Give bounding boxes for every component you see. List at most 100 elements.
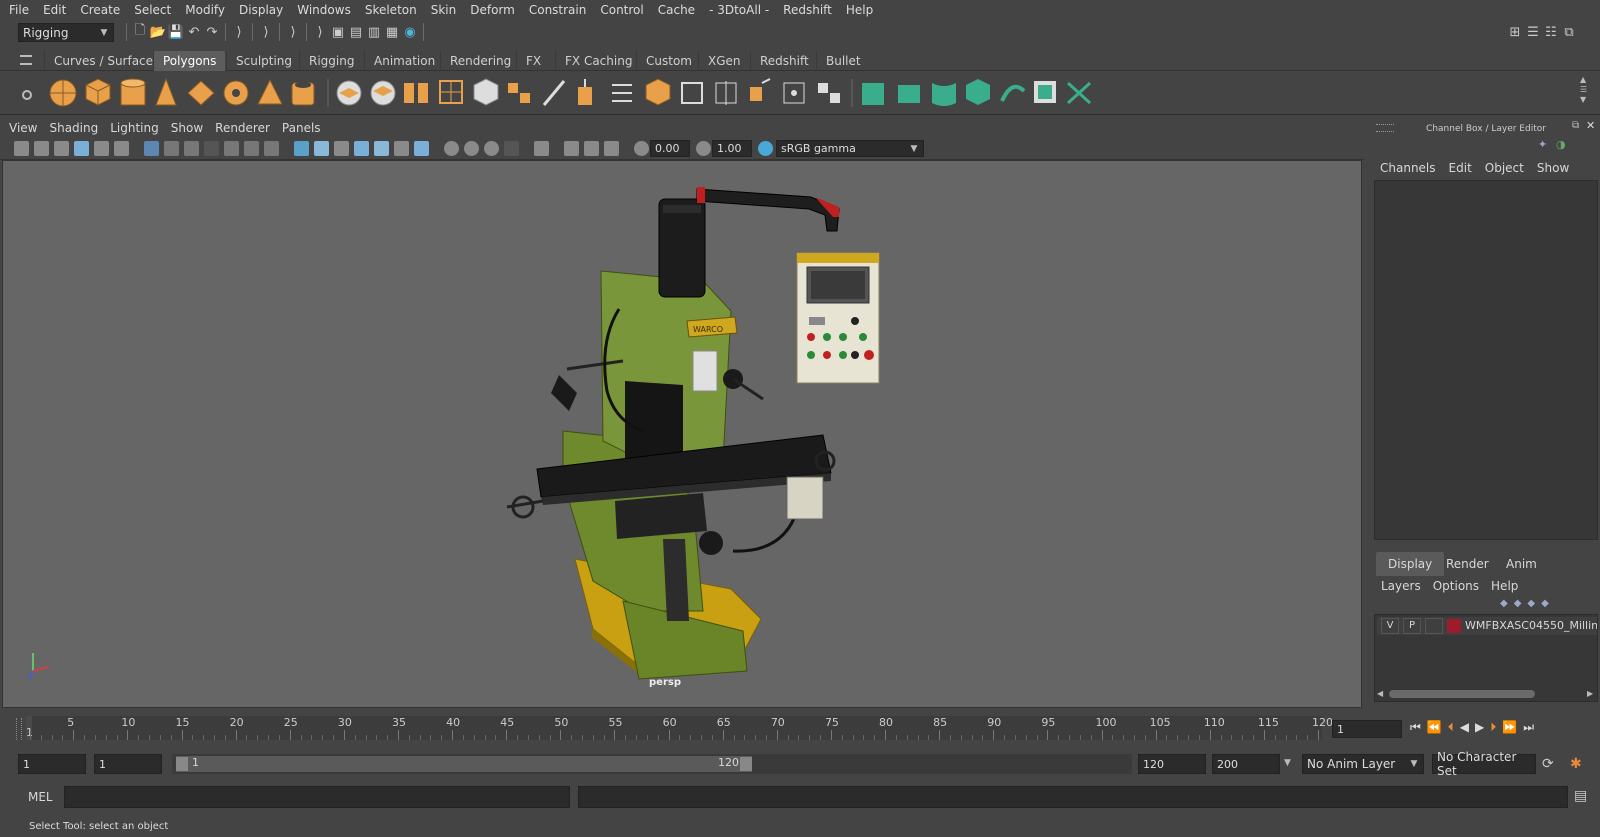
menu-select[interactable]: Select [134,3,171,17]
scroll-right-icon[interactable]: ▶ [1587,689,1593,698]
menu-display[interactable]: Display [239,3,283,17]
undo-icon[interactable]: ↶ [185,23,203,41]
layer-row[interactable]: V P WMFBXASC04550_Milling [1377,617,1597,635]
layer-display-type-toggle[interactable] [1425,618,1443,634]
wireframe-icon[interactable] [294,141,309,156]
chevron-down-icon[interactable]: ▼ [1284,758,1291,768]
menuset-dropdown[interactable]: Rigging ▼ [18,23,114,42]
gamma-field[interactable]: 1.00 [712,140,752,157]
scrollbar-thumb[interactable] [1389,690,1535,698]
camera-icon[interactable] [14,141,29,156]
range-bar[interactable]: 1 120 [176,756,752,772]
poly-sphere-icon[interactable] [49,79,77,107]
move-layer-down-icon[interactable]: ◆ [1514,598,1522,609]
shelf-tab-curves-surfaces[interactable]: Curves / Surfaces [44,51,168,71]
range-track[interactable]: 1 120 [172,754,1132,774]
close-icon[interactable]: ✕ [1586,119,1595,132]
poly-pyramid-icon[interactable] [257,78,283,105]
panel-menu-show[interactable]: Show [171,121,203,135]
cb-menu-show[interactable]: Show [1537,161,1569,175]
float-panel-icon[interactable]: ⧉ [1572,120,1579,131]
shelf-tab-fx[interactable]: FX [516,51,550,71]
menu-create[interactable]: Create [80,3,120,17]
step-back-key-icon[interactable]: ⏪ [1427,720,1442,735]
menu-help[interactable]: Help [846,3,873,17]
textured-icon[interactable] [374,141,389,156]
backface-culling-icon[interactable] [604,141,619,156]
step-forward-key-icon[interactable]: ⏩ [1502,720,1517,735]
uv-unfold-icon[interactable] [1000,84,1026,102]
save-scene-icon[interactable]: 💾 [167,23,185,41]
uv-cut-icon[interactable] [1066,81,1092,105]
render-view-icon[interactable]: ▣ [329,23,347,41]
shadows-icon[interactable] [414,141,429,156]
combine-icon[interactable] [336,80,362,106]
attribute-editor-toggle-icon[interactable]: ◑ [1556,138,1566,151]
render-settings-icon[interactable]: ▦ [383,23,401,41]
play-backwards-icon[interactable]: ◀ [1460,720,1469,735]
playback-start-field[interactable]: 1 [94,754,162,774]
mirror-icon[interactable] [508,83,530,103]
uv-planar-icon[interactable] [898,85,920,103]
resolution-gate-icon[interactable] [184,141,199,156]
ipr-render-icon[interactable]: ▥ [365,23,383,41]
xray-active-icon[interactable] [584,141,599,156]
snap-icon[interactable]: ⟩ [257,23,275,41]
grid-icon[interactable] [144,141,159,156]
shelf-scroll-icon[interactable]: ▲ ☰ ▼ [1580,75,1587,105]
playback-end-field[interactable]: 120 [1138,754,1206,774]
range-end-handle[interactable] [740,757,752,771]
tab-render[interactable]: Render [1434,552,1501,576]
layer-menu-layers[interactable]: Layers [1381,579,1421,593]
poly-torus-icon[interactable] [223,80,249,106]
anti-aliasing-icon[interactable] [484,141,499,156]
layer-visibility-toggle[interactable]: V [1381,618,1399,634]
tab-anim[interactable]: Anim [1494,552,1549,576]
anim-layer-dropdown[interactable]: No Anim Layer ▼ [1302,754,1424,774]
exposure-field[interactable]: 0.00 [650,140,690,157]
panel-menu-view[interactable]: View [9,121,37,135]
new-layer-selected-icon[interactable]: ◆ [1541,598,1549,609]
cb-menu-channels[interactable]: Channels [1380,161,1436,175]
perspective-viewport[interactable]: WARCO persp [2,160,1362,708]
extrude-icon[interactable] [578,79,592,105]
menu-skin[interactable]: Skin [431,3,457,17]
shelf-menu-icon[interactable] [20,55,32,65]
character-set-dropdown[interactable]: No Character Set [1432,750,1536,778]
step-back-frame-icon[interactable]: ⏴ [1448,720,1454,735]
modeling-toolkit-icon[interactable]: ⊞ [1506,23,1524,41]
shelf-tab-fx-caching[interactable]: FX Caching [555,51,641,71]
shelf-tab-redshift[interactable]: Redshift [750,51,818,71]
current-frame-field[interactable]: 1 [1332,720,1402,738]
shelf-tab-animation[interactable]: Animation [364,51,444,71]
channel-box-icon[interactable]: ⧉ [1560,23,1578,41]
uv-automatic-icon[interactable] [966,79,990,105]
uv-layout-icon[interactable] [1034,81,1056,103]
isolate-select-icon[interactable] [534,141,549,156]
safe-title-icon[interactable] [264,141,279,156]
smooth-shade-icon[interactable] [314,141,329,156]
menu-windows[interactable]: Windows [297,3,351,17]
color-management-icon[interactable] [758,141,773,156]
bookmark-icon[interactable] [54,141,69,156]
gate-mask-icon[interactable] [204,141,219,156]
two-d-pan-icon[interactable] [94,141,109,156]
command-language-label[interactable]: MEL [28,790,53,804]
step-forward-frame-icon[interactable]: ⏵ [1490,720,1496,735]
exposure-icon[interactable] [634,141,649,156]
shelf-tab-rendering[interactable]: Rendering [440,51,520,71]
wireframe-on-shaded-icon[interactable] [334,141,349,156]
layer-playback-toggle[interactable]: P [1403,618,1421,634]
go-to-start-icon[interactable]: ⏮ [1410,720,1421,735]
bevel-icon[interactable] [645,78,671,106]
uv-cylindrical-icon[interactable] [932,83,956,106]
separate-icon[interactable] [370,80,396,106]
selection-mask-icon[interactable]: ⟩ [230,23,248,41]
poly-plane-icon[interactable] [187,80,215,106]
collapse-icon[interactable] [818,83,840,103]
shelf-tab-custom[interactable]: Custom [636,51,701,71]
new-scene-icon[interactable]: 🗋 [131,23,149,41]
auto-key-icon[interactable]: ⟳ [1542,756,1554,772]
channel-list[interactable] [1374,180,1598,540]
ambient-occlusion-icon[interactable] [444,141,459,156]
